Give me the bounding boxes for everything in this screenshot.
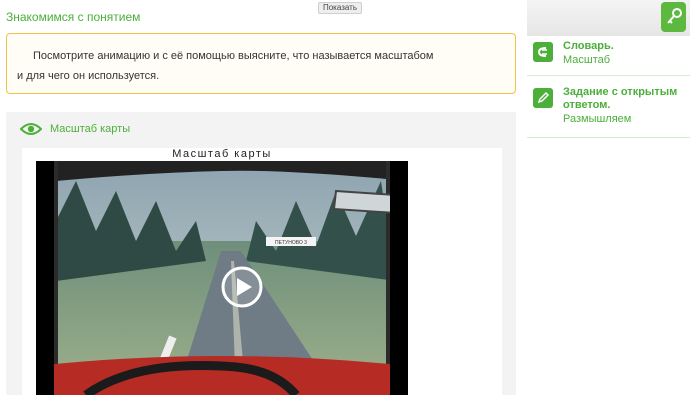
road-sign-label: ПЕТУНОВО 3 [275, 240, 307, 246]
video-title: Масштаб карты [36, 148, 408, 161]
show-button[interactable]: Показать [318, 2, 362, 14]
sidebar-item-label: Задание с открытым ответом. [563, 86, 678, 111]
pencil-icon [533, 88, 553, 108]
task-text-line2: и для чего он используется. [17, 70, 160, 82]
sidebar-item-open-task[interactable]: Задание с открытым ответом. Размышляем [527, 82, 690, 138]
sidebar-item-dictionary[interactable]: Словарь. Масштаб [527, 36, 690, 76]
sidebar: Словарь. Масштаб Задание с открытым отве… [527, 0, 690, 395]
play-icon[interactable] [220, 265, 264, 309]
video-letterbox-right [390, 161, 408, 395]
sidebar-item-label: Словарь. [563, 40, 614, 52]
key-icon[interactable] [661, 2, 686, 32]
video-player[interactable]: Масштаб карты ПЕТУНОВО 3 [22, 148, 502, 395]
media-title: Масштаб карты [50, 123, 131, 135]
sidebar-item-sub: Размышляем [563, 113, 632, 125]
task-text-line1: Посмотрите анимацию и с её помощью выясн… [33, 50, 434, 62]
eye-icon [20, 123, 42, 135]
media-header: Масштаб карты [20, 122, 130, 136]
video-letterbox-left [36, 161, 54, 395]
dictionary-icon [533, 42, 553, 62]
task-box: Посмотрите анимацию и с её помощью выясн… [6, 33, 516, 94]
sidebar-item-sub: Масштаб [563, 54, 611, 66]
section-title: Знакомимся с понятием [6, 10, 141, 24]
